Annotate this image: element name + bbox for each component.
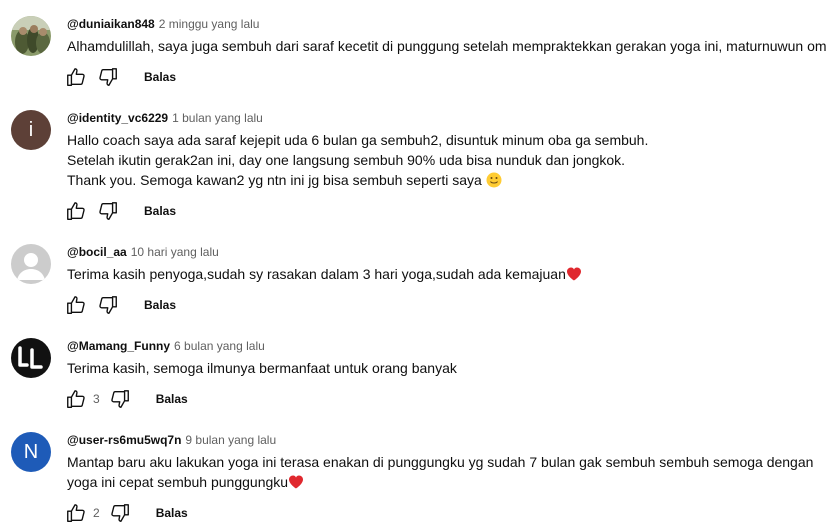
comment-actions: 3 Balas <box>64 387 188 411</box>
comment-text: Terima kasih penyoga,sudah sy rasakan da… <box>67 264 582 284</box>
like-button[interactable] <box>64 501 88 525</box>
reply-button[interactable]: Balas <box>144 70 176 84</box>
avatar[interactable]: N <box>11 432 51 472</box>
channel-logo-icon <box>18 346 43 369</box>
like-button[interactable] <box>64 387 88 411</box>
comment-actions: Balas <box>64 293 176 317</box>
reply-button[interactable]: Balas <box>144 204 176 218</box>
dislike-button[interactable] <box>108 501 132 525</box>
comment-author[interactable]: @user-rs6mu5wq7n <box>67 433 181 447</box>
thumbs-down-icon <box>99 68 117 86</box>
dislike-button[interactable] <box>108 387 132 411</box>
comment-line: Terima kasih penyoga,sudah sy rasakan da… <box>67 264 582 284</box>
like-count: 3 <box>93 392 100 406</box>
like-button[interactable] <box>64 199 88 223</box>
comment-text: Hallo coach saya ada saraf kejepit uda 6… <box>67 130 648 190</box>
comment-line: Hallo coach saya ada saraf kejepit uda 6… <box>67 132 649 148</box>
comment-text: Mantap baru aku lakukan yoga ini terasa … <box>67 452 813 492</box>
comment-time[interactable]: 2 minggu yang lalu <box>159 17 260 31</box>
thumbs-up-icon <box>67 296 85 314</box>
avatar[interactable]: i <box>11 110 51 150</box>
comment-actions: 2 Balas <box>64 501 188 525</box>
comment-line: Setelah ikutin gerak2an ini, day one lan… <box>67 152 626 168</box>
comment-header: @bocil_aa 10 hari yang lalu <box>67 244 219 260</box>
smile-emoji-icon <box>486 172 502 188</box>
comment-author[interactable]: @identity_vc6229 <box>67 111 168 125</box>
thumbs-up-icon <box>67 504 85 522</box>
thumbs-up-icon <box>67 390 85 408</box>
comment-time[interactable]: 6 bulan yang lalu <box>174 339 265 353</box>
thumbs-up-icon <box>67 68 85 86</box>
avatar[interactable] <box>11 338 51 378</box>
comment-author[interactable]: @duniaikan848 <box>67 17 155 31</box>
like-count: 2 <box>93 506 100 520</box>
red-heart-emoji-icon <box>289 475 304 489</box>
avatar-photo-icon <box>11 16 51 56</box>
comment-author[interactable]: @Mamang_Funny <box>67 339 170 353</box>
comment-actions: Balas <box>64 199 176 223</box>
comment-text: Alhamdulillah, saya juga sembuh dari sar… <box>67 36 827 56</box>
comment-time[interactable]: 10 hari yang lalu <box>131 245 219 259</box>
comment-line: yoga ini cepat sembuh punggungku <box>67 472 813 492</box>
dislike-button[interactable] <box>96 65 120 89</box>
thumbs-down-icon <box>99 202 117 220</box>
comment-author[interactable]: @bocil_aa <box>67 245 127 259</box>
comment-time[interactable]: 9 bulan yang lalu <box>185 433 276 447</box>
default-user-icon <box>17 253 45 280</box>
avatar-letter: i <box>28 118 34 141</box>
comment-actions: Balas <box>64 65 176 89</box>
comment-text: Terima kasih, semoga ilmunya bermanfaat … <box>67 358 457 378</box>
comment-line-text: Thank you. Semoga kawan2 yg ntn ini jg b… <box>67 172 482 188</box>
comment-header: @identity_vc6229 1 bulan yang lalu <box>67 110 263 126</box>
comment-line: Alhamdulillah, saya juga sembuh dari sar… <box>67 38 827 54</box>
avatar[interactable] <box>11 244 51 284</box>
like-button[interactable] <box>64 293 88 317</box>
comment-header: @duniaikan848 2 minggu yang lalu <box>67 16 259 32</box>
reply-button[interactable]: Balas <box>156 506 188 520</box>
thumbs-down-icon <box>110 504 129 522</box>
dislike-button[interactable] <box>96 199 120 223</box>
thumbs-up-icon <box>67 202 85 220</box>
comment-line: Thank you. Semoga kawan2 yg ntn ini jg b… <box>67 170 648 190</box>
reply-button[interactable]: Balas <box>156 392 188 406</box>
avatar-letter: N <box>23 440 39 463</box>
reply-button[interactable]: Balas <box>144 298 176 312</box>
comment-line-text: Terima kasih penyoga,sudah sy rasakan da… <box>67 266 566 282</box>
thumbs-down-icon <box>110 390 129 408</box>
dislike-button[interactable] <box>96 293 120 317</box>
comment-line-text: yoga ini cepat sembuh punggungku <box>67 474 289 490</box>
avatar[interactable] <box>11 16 51 56</box>
thumbs-down-icon <box>99 296 117 314</box>
comment-header: @Mamang_Funny 6 bulan yang lalu <box>67 338 265 354</box>
comment-time[interactable]: 1 bulan yang lalu <box>172 111 263 125</box>
like-button[interactable] <box>64 65 88 89</box>
comment-line: Terima kasih, semoga ilmunya bermanfaat … <box>67 360 457 376</box>
comment-header: @user-rs6mu5wq7n 9 bulan yang lalu <box>67 432 276 448</box>
red-heart-emoji-icon <box>566 267 581 281</box>
comment-line: Mantap baru aku lakukan yoga ini terasa … <box>67 454 814 470</box>
